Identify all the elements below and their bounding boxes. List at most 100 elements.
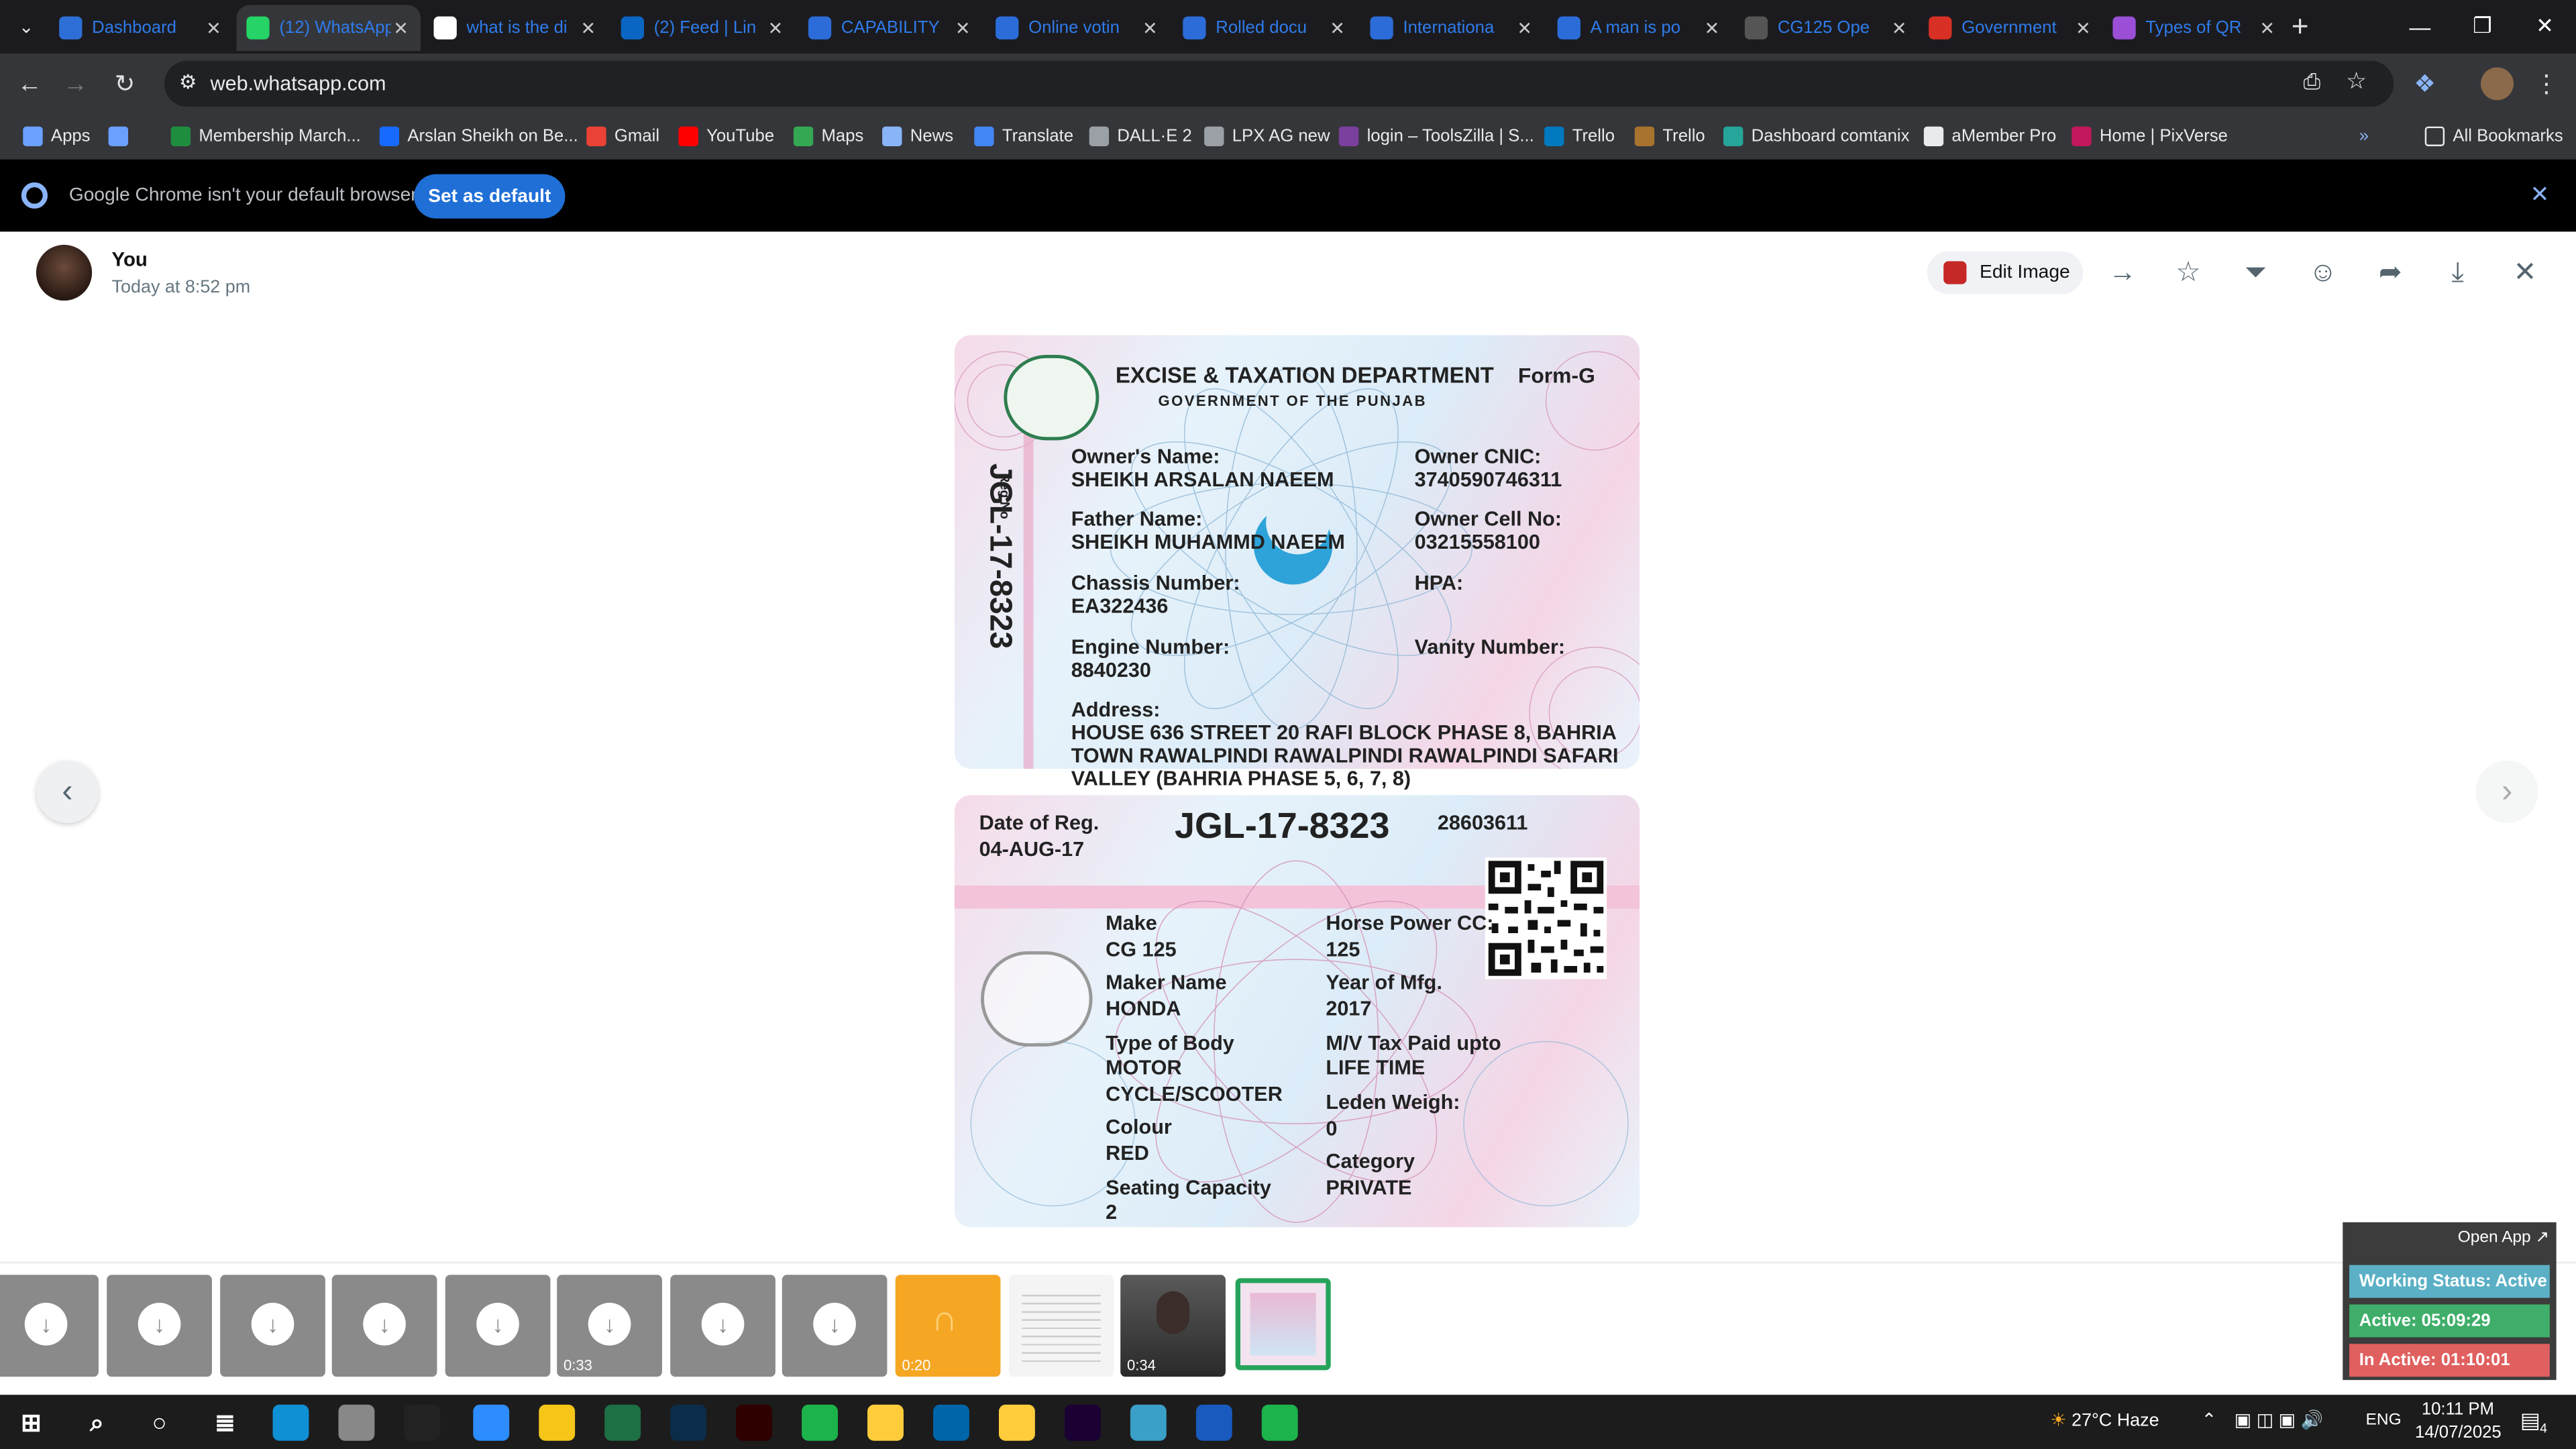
vscode-icon[interactable] [933, 1404, 969, 1441]
close-window-button[interactable]: ✕ [2514, 0, 2576, 52]
tab-4[interactable]: (2) Feed | Lin ✕ [611, 5, 795, 51]
close-tab-icon[interactable]: ✕ [765, 17, 785, 38]
edge-icon[interactable] [272, 1404, 309, 1441]
bookmark-item[interactable]: Maps [793, 123, 863, 150]
media-thumbnail[interactable]: ↓ [220, 1275, 325, 1377]
bookmark-item[interactable]: Arslan Sheikh on Be... [379, 123, 578, 150]
bookmark-item[interactable]: News [882, 123, 953, 150]
address-bar[interactable]: ⚙ web.whatsapp.com ⎙ ☆ [164, 60, 2394, 107]
bookmark-item[interactable] [108, 123, 137, 150]
media-thumbnail[interactable]: ∩ 0:20 [895, 1275, 1001, 1377]
install-app-icon[interactable]: ⎙ [2303, 69, 2320, 95]
media-thumbnail[interactable] [1008, 1275, 1114, 1377]
media-thumbnail[interactable]: ↓ [445, 1275, 551, 1377]
emoji-icon[interactable]: ☺ [2306, 256, 2339, 289]
language-indicator[interactable]: ENG [2366, 1411, 2402, 1430]
minimize-button[interactable]: — [2389, 0, 2451, 52]
star-icon[interactable]: ☆ [2172, 256, 2205, 289]
media-thumbnail[interactable] [1235, 1278, 1331, 1371]
media-thumbnail[interactable]: ↓ [107, 1275, 212, 1377]
close-tab-icon[interactable]: ✕ [1328, 17, 1347, 38]
tab-9[interactable]: A man is po ✕ [1548, 5, 1731, 51]
close-tab-icon[interactable]: ✕ [1515, 17, 1534, 38]
tab-12[interactable]: Types of QR ✕ [2103, 5, 2287, 51]
tray-icons[interactable]: ▣ ◫ ▣ 🔊 [2235, 1409, 2323, 1431]
bookmark-item[interactable]: YouTube [678, 123, 774, 150]
start-icon[interactable]: ⊞ [13, 1405, 50, 1441]
bookmark-star-icon[interactable]: ☆ [2346, 67, 2367, 95]
pen-icon[interactable] [338, 1404, 375, 1441]
tab-7[interactable]: Rolled docu ✕ [1173, 5, 1357, 51]
download-icon[interactable]: ⤓ [2441, 256, 2474, 289]
bookmark-item[interactable]: Translate [974, 123, 1073, 150]
bookmark-item[interactable]: login – ToolsZilla | S... [1338, 123, 1534, 150]
terminal-icon[interactable] [404, 1404, 441, 1441]
profile-avatar[interactable] [2480, 67, 2514, 101]
tab-6[interactable]: Online votin ✕ [985, 5, 1169, 51]
camtasia2-icon[interactable] [1261, 1404, 1298, 1441]
camtasia-icon[interactable] [802, 1404, 838, 1441]
close-tab-icon[interactable]: ✕ [1702, 17, 1721, 38]
reload-button[interactable]: ↻ [109, 67, 142, 100]
edit-image-button[interactable]: Edit Image [1927, 251, 2084, 294]
chrome-icon[interactable] [867, 1404, 904, 1441]
bookmark-item[interactable]: LPX AG new [1204, 123, 1330, 150]
previous-media-button[interactable]: ‹ [36, 760, 99, 823]
media-thumbnail[interactable]: ↓ 0:33 [557, 1275, 662, 1377]
tab-search-chevron-icon[interactable]: ⌄ [10, 10, 43, 43]
chrome-profile-icon[interactable] [998, 1404, 1035, 1441]
media-thumbnail[interactable]: 0:34 [1120, 1275, 1226, 1377]
bookmark-item[interactable]: Trello [1544, 123, 1615, 150]
excel-icon[interactable] [604, 1404, 641, 1441]
notification-icon[interactable]: ▤ [2520, 1408, 2540, 1434]
share-icon[interactable]: ➦ [2374, 256, 2407, 289]
bookmark-item[interactable]: DALL·E 2 [1089, 123, 1192, 150]
clock-time[interactable]: 10:11 PM [2422, 1400, 2494, 1419]
extensions-icon[interactable]: ❖ [2408, 67, 2441, 100]
word-icon[interactable] [1195, 1404, 1232, 1441]
bookmark-item[interactable]: Gmail [586, 123, 659, 150]
close-viewer-icon[interactable]: ✕ [2509, 256, 2542, 289]
bookmark-item[interactable]: Dashboard comtanix [1723, 123, 1910, 150]
back-button[interactable]: ← [13, 67, 46, 100]
menu-icon[interactable]: ⋮ [2530, 67, 2563, 100]
bookmark-item[interactable]: Home | PixVerse [2072, 123, 2228, 150]
zoom-icon[interactable] [473, 1404, 510, 1441]
clock-date[interactable]: 14/07/2025 [2415, 1423, 2502, 1442]
explorer-icon[interactable] [539, 1404, 576, 1441]
tray-chevron-icon[interactable]: ⌃ [2202, 1409, 2217, 1431]
taskview-icon[interactable]: ≣ [207, 1405, 244, 1441]
sender-avatar[interactable] [36, 244, 93, 301]
app-icon[interactable] [1130, 1404, 1167, 1441]
weather-widget[interactable]: ☀ 27°C Haze [2050, 1409, 2159, 1431]
restore-button[interactable]: ❐ [2451, 0, 2514, 52]
bookmark-item[interactable]: aMember Pro [1923, 123, 2056, 150]
search-icon[interactable]: ⌕ [79, 1405, 115, 1441]
illustrator-icon[interactable] [736, 1404, 773, 1441]
tab-10[interactable]: CG125 Ope ✕ [1735, 5, 1919, 51]
close-tab-icon[interactable]: ✕ [204, 17, 223, 38]
tab-8[interactable]: Internationa ✕ [1360, 5, 1544, 51]
tab-11[interactable]: Government ✕ [1919, 5, 2102, 51]
set-as-default-button[interactable]: Set as default [414, 174, 566, 219]
media-thumbnail[interactable]: ↓ [782, 1275, 888, 1377]
bookmark-item[interactable]: Membership March... [170, 123, 361, 150]
bookmark-item[interactable]: Apps [23, 123, 91, 150]
all-bookmarks[interactable]: All Bookmarks [2424, 123, 2563, 150]
forward-arrow-icon[interactable]: → [2106, 256, 2139, 289]
new-tab-button[interactable]: + [2284, 9, 2316, 43]
media-thumbnail[interactable]: ↓ [331, 1275, 437, 1377]
media-thumbnail[interactable]: ↓ [670, 1275, 775, 1377]
premiere-icon[interactable] [1064, 1404, 1101, 1441]
close-tab-icon[interactable]: ✕ [953, 17, 972, 38]
tab-5[interactable]: CAPABILITY ✕ [798, 5, 982, 51]
cortana-icon[interactable]: ○ [142, 1405, 178, 1441]
close-tab-icon[interactable]: ✕ [578, 17, 598, 38]
close-tab-icon[interactable]: ✕ [391, 17, 411, 38]
bookmark-item[interactable]: Trello [1634, 123, 1705, 150]
photoshop-icon[interactable] [670, 1404, 707, 1441]
tab-3[interactable]: what is the di ✕ [424, 5, 608, 51]
more-bookmarks-icon[interactable]: » [2359, 123, 2369, 150]
url-text[interactable]: web.whatsapp.com [210, 72, 386, 95]
close-tab-icon[interactable]: ✕ [2074, 17, 2093, 38]
